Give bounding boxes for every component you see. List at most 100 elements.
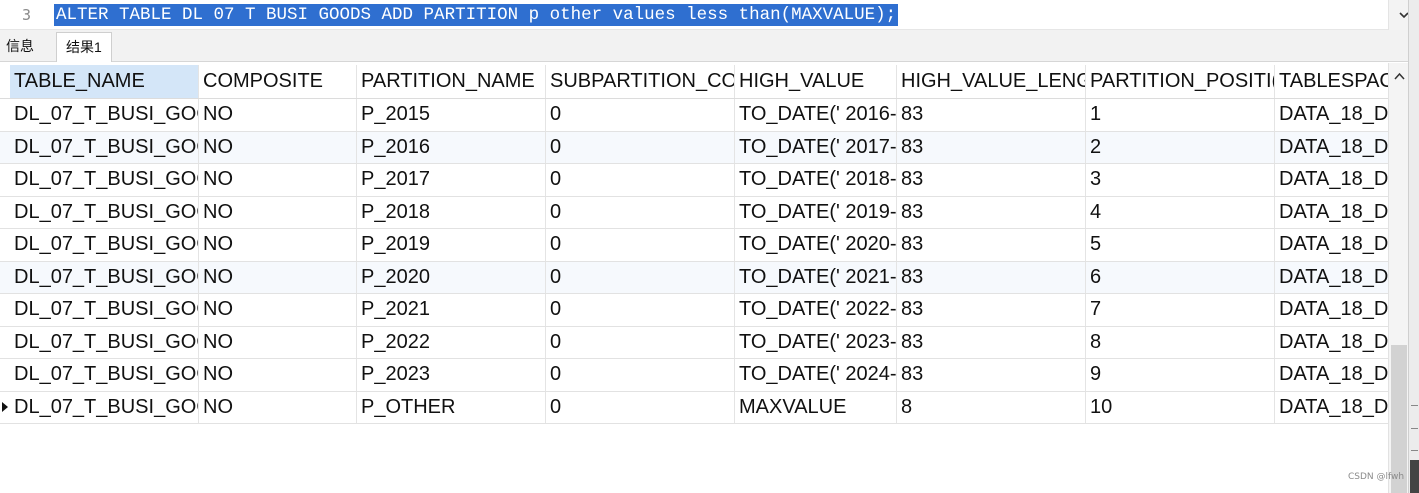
table-cell[interactable]: 83	[897, 359, 1086, 391]
column-header[interactable]: HIGH_VALUE	[735, 65, 897, 98]
table-cell[interactable]: P_OTHER	[357, 391, 546, 423]
table-cell[interactable]: 83	[897, 294, 1086, 326]
table-cell[interactable]: MAXVALUE	[735, 391, 897, 423]
table-row[interactable]: DL_07_T_BUSI_GOO NO P_2019 0 TO_DATE(' 2020-…	[0, 229, 1388, 262]
table-cell[interactable]: DATA_18_D.	[1275, 132, 1388, 164]
table-cell[interactable]: P_2016	[357, 131, 546, 163]
table-cell[interactable]: 83	[897, 229, 1086, 261]
table-cell[interactable]: DL_07_T_BUSI_GOO	[10, 359, 199, 391]
table-cell[interactable]: 6	[1086, 261, 1275, 293]
table-cell[interactable]: 0	[546, 99, 735, 131]
table-cell[interactable]: 83	[897, 164, 1086, 196]
table-cell[interactable]: 83	[897, 196, 1086, 228]
table-cell[interactable]: 0	[546, 261, 735, 293]
table-cell[interactable]: 83	[897, 261, 1086, 293]
table-cell[interactable]: TO_DATE(' 2017-	[735, 131, 897, 163]
table-cell[interactable]: 0	[546, 164, 735, 196]
tab-info[interactable]: 信息	[0, 32, 40, 62]
table-cell[interactable]: DL_07_T_BUSI_GOO	[10, 196, 199, 228]
table-cell[interactable]: 0	[546, 131, 735, 163]
table-cell[interactable]: P_2020	[357, 261, 546, 293]
table-cell[interactable]: DATA_18_D.	[1275, 99, 1388, 131]
table-cell[interactable]: DL_07_T_BUSI_GOO	[10, 131, 199, 163]
table-cell[interactable]: TO_DATE(' 2023-	[735, 326, 897, 358]
table-cell[interactable]: 83	[897, 99, 1086, 131]
table-cell[interactable]: P_2017	[357, 164, 546, 196]
table-cell[interactable]: 0	[546, 229, 735, 261]
table-cell[interactable]: DATA_18_D.	[1275, 197, 1388, 229]
table-cell[interactable]: 0	[546, 359, 735, 391]
table-cell[interactable]: 7	[1086, 294, 1275, 326]
table-cell[interactable]: 0	[546, 326, 735, 358]
table-cell[interactable]: DATA_18_D.	[1275, 229, 1388, 261]
table-cell[interactable]: TO_DATE(' 2021-	[735, 261, 897, 293]
sql-editor[interactable]: 3 ALTER TABLE DL 07 T BUSI GOODS ADD PAR…	[0, 0, 1388, 30]
table-row[interactable]: DL_07_T_BUSI_GOO NO P_2018 0 TO_DATE(' 2019-…	[0, 196, 1388, 229]
table-cell[interactable]: NO	[199, 359, 357, 391]
column-header[interactable]: COMPOSITE	[199, 65, 357, 98]
table-cell[interactable]: TO_DATE(' 2024-	[735, 359, 897, 391]
table-row[interactable]: DL_07_T_BUSI_GOO NO P_2017 0 TO_DATE(' 2018-…	[0, 164, 1388, 197]
table-row[interactable]: DL_07_T_BUSI_GOO NO P_2016 0 TO_DATE(' 2017-…	[0, 131, 1388, 164]
table-cell[interactable]: DATA_18_D.	[1275, 327, 1388, 359]
table-cell[interactable]: DATA_18_D.	[1275, 359, 1388, 391]
table-cell[interactable]: 8	[1086, 326, 1275, 358]
table-cell[interactable]: P_2019	[357, 229, 546, 261]
column-header[interactable]: TABLE_NAME	[10, 65, 199, 98]
selected-sql-text[interactable]: ALTER TABLE DL 07 T BUSI GOODS ADD PARTI…	[54, 4, 899, 26]
table-cell[interactable]: 0	[546, 391, 735, 423]
column-header[interactable]: HIGH_VALUE_LENG	[897, 65, 1086, 98]
table-row[interactable]: DL_07_T_BUSI_GOO NO P_2020 0 TO_DATE(' 2021-…	[0, 261, 1388, 294]
column-header[interactable]: SUBPARTITION_CO	[546, 65, 735, 98]
table-cell[interactable]: 8	[897, 391, 1086, 423]
table-cell[interactable]: P_2023	[357, 359, 546, 391]
grid-vertical-scrollbar[interactable]	[1388, 63, 1408, 493]
table-cell[interactable]: NO	[199, 294, 357, 326]
table-cell[interactable]: DL_07_T_BUSI_GOO	[10, 261, 199, 293]
scrollbar-thumb[interactable]	[1391, 345, 1407, 493]
table-cell[interactable]: NO	[199, 131, 357, 163]
table-cell[interactable]: NO	[199, 196, 357, 228]
column-header[interactable]: PARTITION_POSITI(	[1086, 65, 1275, 98]
column-header[interactable]: TABLESPAC	[1275, 65, 1388, 98]
table-cell[interactable]: 83	[897, 326, 1086, 358]
table-cell[interactable]: 0	[546, 196, 735, 228]
table-cell[interactable]: 1	[1086, 99, 1275, 131]
column-header[interactable]: PARTITION_NAME	[357, 65, 546, 98]
table-cell[interactable]: P_2018	[357, 196, 546, 228]
result-grid[interactable]: TABLE_NAME COMPOSITE PARTITION_NAME SUBP…	[0, 63, 1388, 493]
tab-result-1[interactable]: 结果1	[56, 32, 112, 62]
table-cell[interactable]: DATA_18_D.	[1275, 164, 1388, 196]
table-cell[interactable]: DL_07_T_BUSI_GOO	[10, 164, 199, 196]
table-cell[interactable]: 2	[1086, 131, 1275, 163]
table-cell[interactable]: 0	[546, 294, 735, 326]
table-row[interactable]: DL_07_T_BUSI_GOO NO P_OTHER 0 MAXVALUE 8 10 DAT…	[0, 391, 1388, 424]
table-cell[interactable]: P_2021	[357, 294, 546, 326]
table-cell[interactable]: TO_DATE(' 2020-	[735, 229, 897, 261]
table-cell[interactable]: NO	[199, 261, 357, 293]
table-cell[interactable]: DL_07_T_BUSI_GOO	[10, 294, 199, 326]
table-row[interactable]: DL_07_T_BUSI_GOO NO P_2015 0 TO_DATE(' 2016-…	[0, 99, 1388, 132]
table-cell[interactable]: DL_07_T_BUSI_GOO	[10, 99, 199, 131]
table-cell[interactable]: DATA_18_D.	[1275, 392, 1388, 424]
table-cell[interactable]: TO_DATE(' 2016-	[735, 99, 897, 131]
table-cell[interactable]: NO	[199, 164, 357, 196]
table-cell[interactable]: DL_07_T_BUSI_GOO	[10, 326, 199, 358]
table-cell[interactable]: P_2015	[357, 99, 546, 131]
table-cell[interactable]: TO_DATE(' 2022-	[735, 294, 897, 326]
table-cell[interactable]: 4	[1086, 196, 1275, 228]
table-cell[interactable]: NO	[199, 229, 357, 261]
table-cell[interactable]: NO	[199, 391, 357, 423]
table-cell[interactable]: TO_DATE(' 2018-	[735, 164, 897, 196]
table-cell[interactable]: 3	[1086, 164, 1275, 196]
table-cell[interactable]: DATA_18_D.	[1275, 262, 1388, 294]
table-cell[interactable]: NO	[199, 326, 357, 358]
table-row[interactable]: DL_07_T_BUSI_GOO NO P_2023 0 TO_DATE(' 2024-…	[0, 359, 1388, 392]
table-cell[interactable]: TO_DATE(' 2019-	[735, 196, 897, 228]
table-cell[interactable]: DL_07_T_BUSI_GOO	[10, 391, 199, 423]
table-cell[interactable]: 83	[897, 131, 1086, 163]
scroll-up-button[interactable]	[1389, 63, 1409, 89]
table-cell[interactable]: 10	[1086, 391, 1275, 423]
table-cell[interactable]: DL_07_T_BUSI_GOO	[10, 229, 199, 261]
table-cell[interactable]: NO	[199, 99, 357, 131]
